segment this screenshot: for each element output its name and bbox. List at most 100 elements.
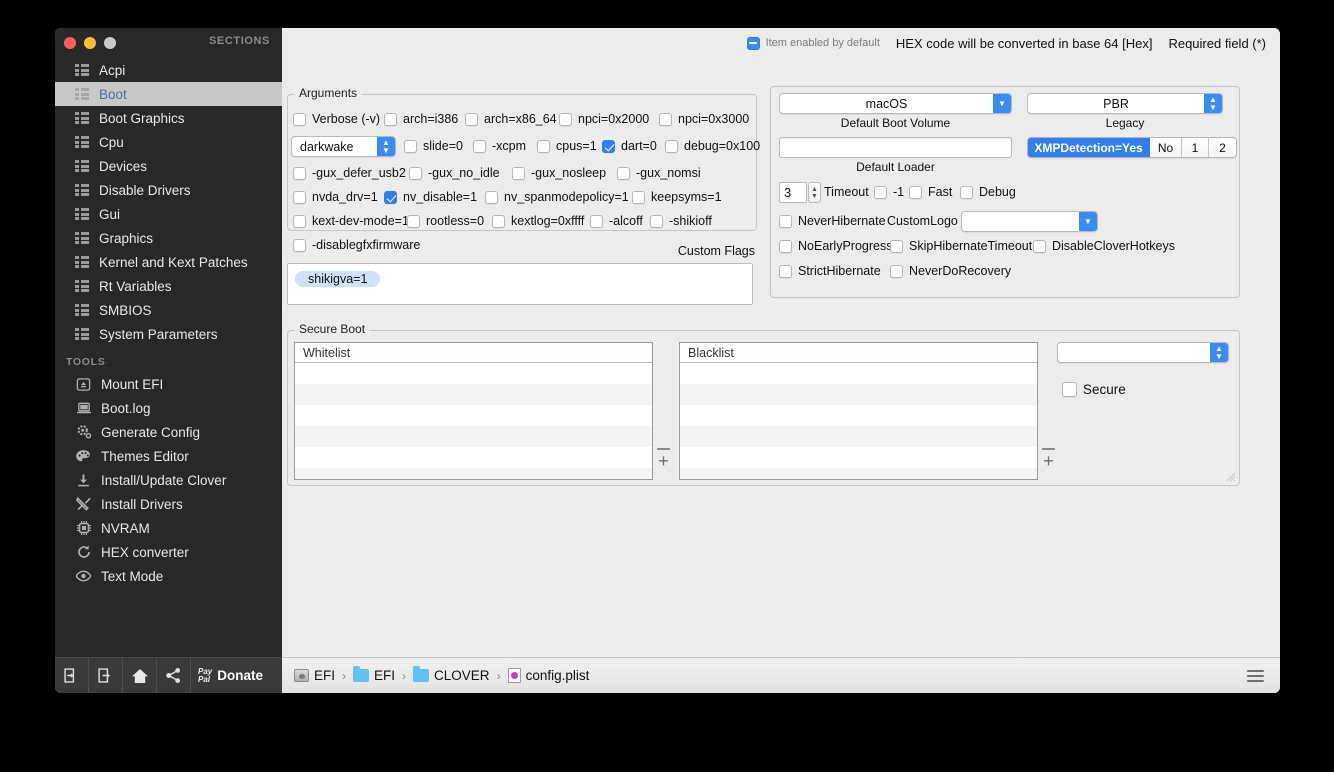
checkbox-arch-i386[interactable]: arch=i386 (384, 112, 458, 126)
sidebar-item-install-update-clover[interactable]: Install/Update Clover (55, 468, 282, 492)
table-row[interactable] (680, 468, 1037, 479)
checkbox-disablecloverhotkeys[interactable]: DisableCloverHotkeys (1033, 239, 1175, 253)
sidebar-item-themes-editor[interactable]: Themes Editor (55, 444, 282, 468)
export-config-button[interactable] (89, 657, 123, 693)
sidebar-item-mount-efi[interactable]: Mount EFI (55, 372, 282, 396)
secure-boot-policy-select[interactable]: ▲ ▼ (1057, 342, 1229, 363)
breadcrumb-item-disk[interactable]: EFI (294, 668, 335, 683)
checkbox-debug-0x100[interactable]: debug=0x100 (665, 139, 760, 153)
checkbox-kextlog[interactable]: kextlog=0xffff (492, 214, 584, 228)
blacklist-table[interactable]: Blacklist (679, 342, 1038, 480)
flag-token[interactable]: shikigva=1 (295, 271, 381, 287)
default-boot-volume-select[interactable]: macOS ▼ (779, 93, 1012, 114)
checkbox-nvda-drv-1[interactable]: nvda_drv=1 (293, 190, 378, 204)
sidebar-item-boot[interactable]: Boot (55, 82, 282, 106)
table-row[interactable] (295, 384, 652, 405)
sidebar-item-devices[interactable]: Devices (55, 154, 282, 178)
checkbox-noearlyprogress[interactable]: NoEarlyProgress (779, 239, 892, 253)
home-icon[interactable] (123, 657, 157, 693)
checkbox-slide-0[interactable]: slide=0 (404, 139, 463, 153)
sidebar-item-system-parameters[interactable]: System Parameters (55, 322, 282, 346)
donate-button[interactable]: Pay Pal Donate (191, 658, 272, 694)
sidebar-item-smbios[interactable]: SMBIOS (55, 298, 282, 322)
whitelist-table[interactable]: Whitelist (294, 342, 653, 480)
checkbox-npci-0x2000[interactable]: npci=0x2000 (559, 112, 649, 126)
share-icon[interactable] (157, 657, 191, 693)
add-blacklist-button[interactable]: + (1043, 452, 1054, 470)
checkbox-xcpm[interactable]: -xcpm (473, 139, 526, 153)
table-row[interactable] (295, 363, 652, 384)
darkwake-select[interactable]: darkwake ▲ ▼ (291, 136, 396, 157)
table-row[interactable] (680, 447, 1037, 468)
checkbox-gux-nomsi[interactable]: -gux_nomsi (617, 166, 701, 180)
checkbox-kext-dev-mode-1[interactable]: kext-dev-mode=1 (293, 214, 409, 228)
timeout-stepper[interactable]: ▲ ▼ (808, 182, 821, 203)
checkbox-disablegfxfirmware[interactable]: -disablegfxfirmware (293, 238, 420, 252)
timeout-input[interactable] (779, 182, 807, 203)
segment-xmpdetection-yes[interactable]: XMPDetection=Yes (1028, 138, 1150, 157)
segment-no[interactable]: No (1150, 138, 1182, 157)
resize-grip[interactable] (1224, 470, 1236, 482)
checkbox-gux-no-idle[interactable]: -gux_no_idle (409, 166, 500, 180)
sidebar-item-install-drivers[interactable]: Install Drivers (55, 492, 282, 516)
whitelist-add-remove[interactable]: + (657, 448, 670, 470)
checkbox-gux-defer-usb2[interactable]: -gux_defer_usb2 (293, 166, 406, 180)
checkbox-rootless-0[interactable]: rootless=0 (407, 214, 484, 228)
table-row[interactable] (680, 384, 1037, 405)
checkbox-nv-disable-1[interactable]: nv_disable=1 (384, 190, 477, 204)
sidebar-item-kernel-and-kext-patches[interactable]: Kernel and Kext Patches (55, 250, 282, 274)
checkbox-gux-nosleep[interactable]: -gux_nosleep (512, 166, 606, 180)
minimize-button[interactable] (84, 36, 96, 49)
table-row[interactable] (295, 447, 652, 468)
sidebar-item-gui[interactable]: Gui (55, 202, 282, 226)
whitelist-column-header[interactable]: Whitelist (295, 343, 652, 363)
add-whitelist-button[interactable]: + (658, 452, 669, 470)
xmp-detection-segmented[interactable]: XMPDetection=Yes No 1 2 (1027, 137, 1237, 158)
legacy-select[interactable]: PBR ▲ ▼ (1027, 93, 1223, 114)
breadcrumb-item-efi[interactable]: EFI (353, 666, 395, 683)
sidebar-item-generate-config[interactable]: Generate Config (55, 420, 282, 444)
sidebar-item-nvram[interactable]: NVRAM (55, 516, 282, 540)
table-row[interactable] (680, 426, 1037, 447)
checkbox-alcoff[interactable]: -alcoff (590, 214, 643, 228)
close-button[interactable] (64, 36, 76, 49)
checkbox-cpus-1[interactable]: cpus=1 (537, 139, 597, 153)
table-row[interactable] (295, 426, 652, 447)
checkbox-arch-x86-64[interactable]: arch=x86_64 (465, 112, 557, 126)
checkbox-neverdorecovery[interactable]: NeverDoRecovery (890, 264, 1011, 278)
table-row[interactable] (680, 363, 1037, 384)
checkbox-verbose[interactable]: Verbose (-v) (293, 112, 380, 126)
checkbox-nv-spanmodepolicy-1[interactable]: nv_spanmodepolicy=1 (485, 190, 629, 204)
sidebar-item-text-mode[interactable]: Text Mode (55, 564, 282, 588)
checkbox-npci-0x3000[interactable]: npci=0x3000 (659, 112, 749, 126)
custom-flags-input[interactable]: shikigva=1 (287, 263, 753, 305)
checkbox-stricthibernate[interactable]: StrictHibernate (779, 264, 881, 278)
sidebar-item-acpi[interactable]: Acpi (55, 58, 282, 82)
checkbox-dart-0[interactable]: dart=0 (602, 139, 657, 153)
sidebar-item-hex-converter[interactable]: HEX converter (55, 540, 282, 564)
blacklist-add-remove[interactable]: + (1042, 448, 1055, 470)
table-row[interactable] (295, 468, 652, 479)
import-config-button[interactable] (55, 657, 89, 693)
checkbox-fast[interactable]: Fast (909, 185, 952, 199)
checkbox-neverhibernate[interactable]: NeverHibernate (779, 214, 886, 228)
sidebar-item-rt-variables[interactable]: Rt Variables (55, 274, 282, 298)
sidebar-item-graphics[interactable]: Graphics (55, 226, 282, 250)
remove-blacklist-button[interactable] (1042, 448, 1055, 450)
checkbox-skiphibernatetimeout[interactable]: SkipHibernateTimeout (890, 239, 1032, 253)
breadcrumb-item-config-plist[interactable]: config.plist (507, 668, 589, 683)
checkbox-secure[interactable]: Secure (1062, 382, 1126, 397)
sidebar-item-boot-log[interactable]: Boot.log (55, 396, 282, 420)
custom-logo-select[interactable]: ▼ (961, 211, 1098, 232)
checkbox-timeout-minus1[interactable]: -1 (874, 185, 904, 199)
maximize-button[interactable] (104, 36, 116, 49)
remove-whitelist-button[interactable] (657, 448, 670, 450)
segment-2[interactable]: 2 (1209, 138, 1236, 157)
blacklist-column-header[interactable]: Blacklist (680, 343, 1037, 363)
checkbox-keepsyms-1[interactable]: keepsyms=1 (632, 190, 722, 204)
table-row[interactable] (295, 405, 652, 426)
segment-1[interactable]: 1 (1182, 138, 1209, 157)
table-row[interactable] (680, 405, 1037, 426)
sidebar-item-cpu[interactable]: Cpu (55, 130, 282, 154)
sidebar-item-disable-drivers[interactable]: Disable Drivers (55, 178, 282, 202)
